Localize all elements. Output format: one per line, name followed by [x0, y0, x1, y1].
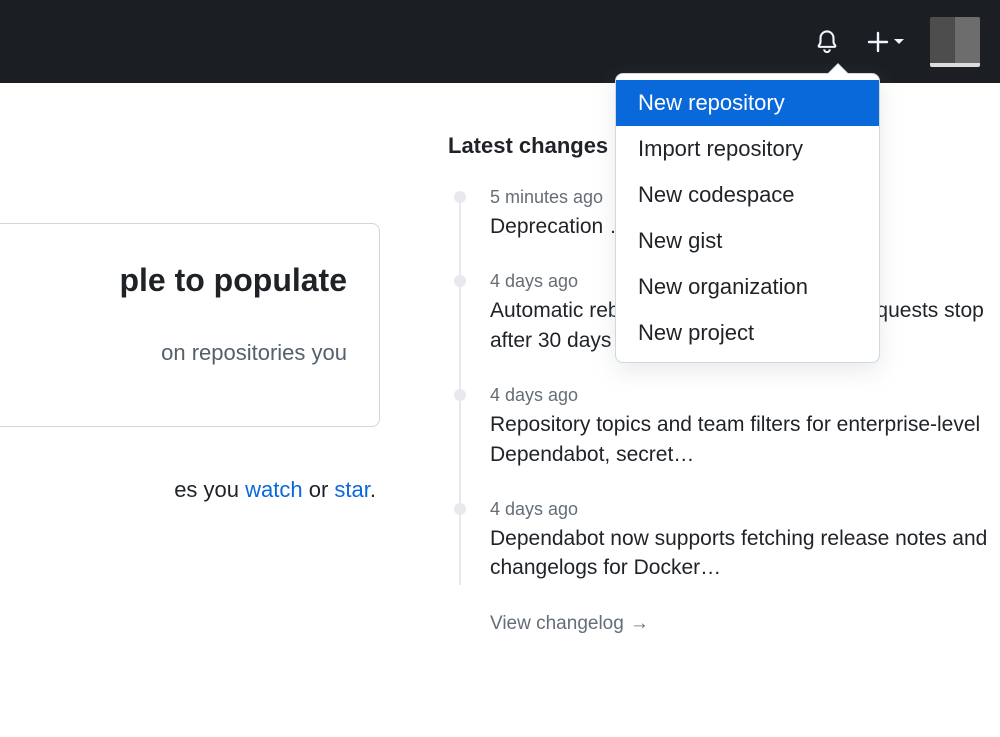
menu-item-new-codespace[interactable]: New codespace	[616, 172, 879, 218]
hint-period: .	[370, 477, 376, 502]
star-link[interactable]: star	[334, 477, 369, 502]
feed-empty-headline: ple to populate	[0, 260, 347, 300]
user-avatar[interactable]	[930, 17, 980, 67]
changelog-item[interactable]: 4 days ago Repository topics and team fi…	[454, 385, 1000, 469]
feed-empty-card: ple to populate on repositories you	[0, 223, 380, 427]
view-changelog-link[interactable]: View changelog →	[454, 613, 1000, 635]
create-new-menu-button[interactable]	[866, 30, 904, 54]
menu-item-import-repository[interactable]: Import repository	[616, 126, 879, 172]
arrow-right-icon: →	[630, 613, 649, 635]
view-changelog-label: View changelog	[490, 613, 624, 635]
bell-icon	[814, 29, 840, 55]
menu-item-new-repository[interactable]: New repository	[616, 80, 879, 126]
plus-icon	[866, 30, 890, 54]
menu-item-new-organization[interactable]: New organization	[616, 264, 879, 310]
hint-prefix: es you	[174, 477, 245, 502]
changelog-item-time: 4 days ago	[490, 385, 1000, 406]
watch-link[interactable]: watch	[245, 477, 302, 502]
left-panel: ple to populate on repositories you es y…	[0, 223, 380, 503]
create-new-dropdown: New repository Import repository New cod…	[615, 73, 880, 363]
changelog-item-time: 4 days ago	[490, 499, 1000, 520]
feed-empty-subtext: on repositories you	[0, 340, 347, 366]
menu-item-new-gist[interactable]: New gist	[616, 218, 879, 264]
hint-or: or	[303, 477, 335, 502]
timeline-dot-icon	[454, 389, 466, 401]
changelog-item-text: Repository topics and team filters for e…	[490, 410, 1000, 469]
changelog-item[interactable]: 4 days ago Dependabot now supports fetch…	[454, 499, 1000, 583]
feed-hint-text: es you watch or star.	[0, 477, 380, 503]
changelog-item-text: Dependabot now supports fetching release…	[490, 524, 1000, 583]
timeline-dot-icon	[454, 275, 466, 287]
caret-down-icon	[894, 39, 904, 44]
timeline-dot-icon	[454, 191, 466, 203]
global-header	[0, 0, 1000, 83]
menu-item-new-project[interactable]: New project	[616, 310, 879, 356]
notifications-button[interactable]	[814, 29, 840, 55]
timeline-dot-icon	[454, 503, 466, 515]
